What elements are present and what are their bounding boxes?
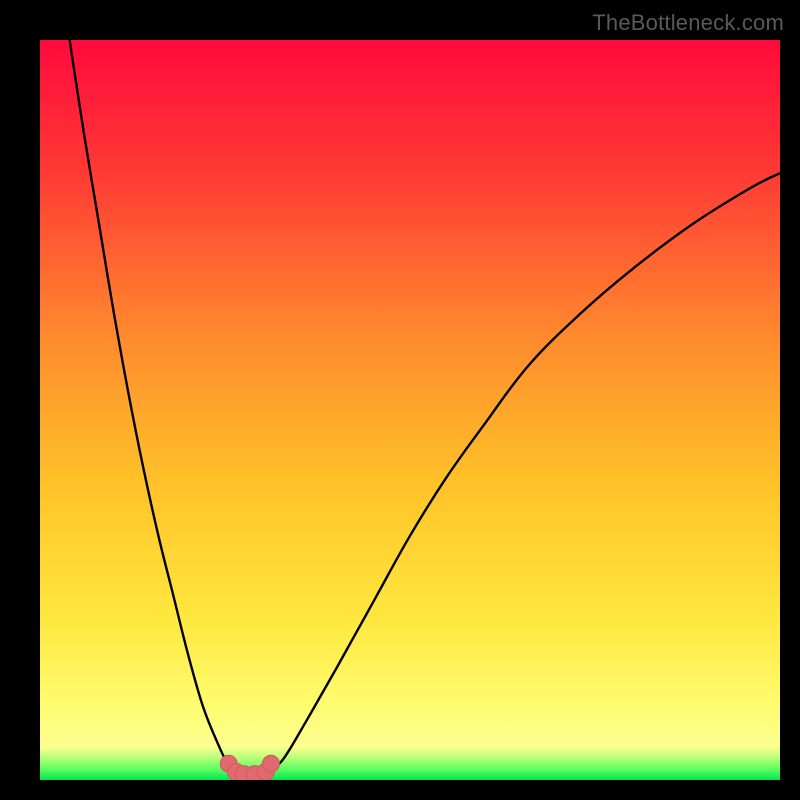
watermark-text: TheBottleneck.com (592, 10, 784, 36)
plot-area (40, 40, 780, 780)
plot-svg (40, 40, 780, 780)
chart-canvas: TheBottleneck.com (0, 0, 800, 800)
valley-marker (262, 755, 279, 772)
